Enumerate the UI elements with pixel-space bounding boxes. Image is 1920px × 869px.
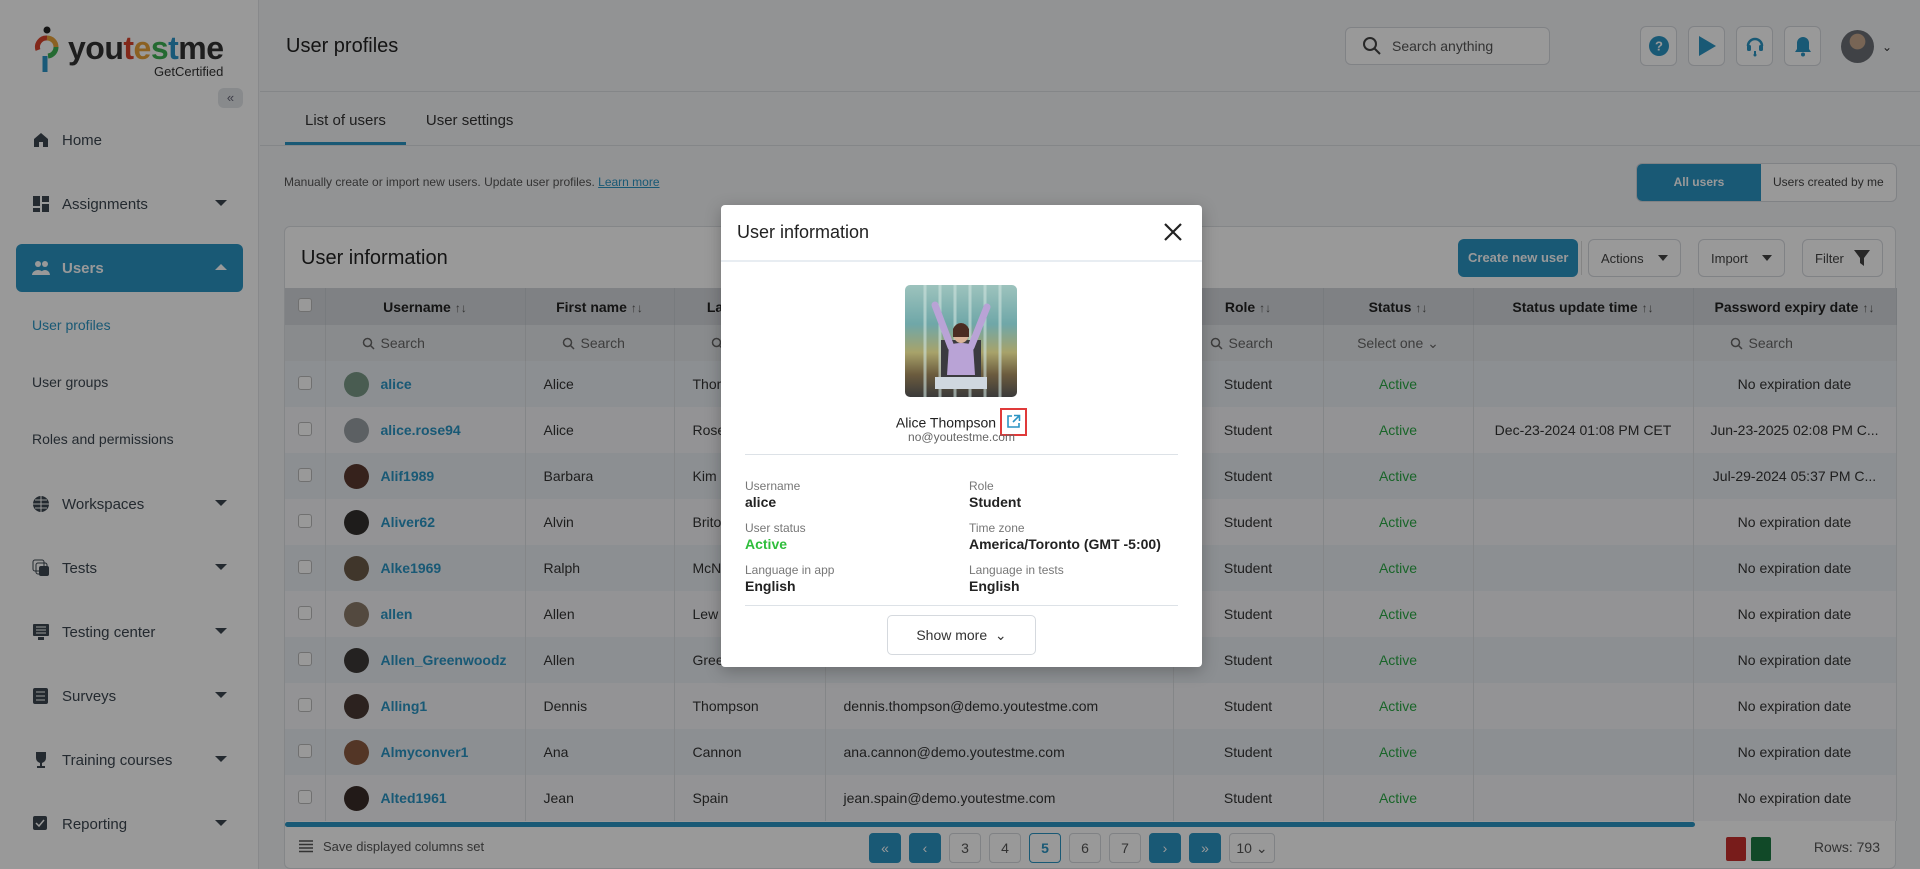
modal-title: User information [737, 222, 870, 242]
modal-divider [745, 454, 1178, 455]
profile-photo [905, 285, 1017, 397]
field-language-in-tests: Language in tests English [969, 563, 1064, 594]
chevron-down-icon: ⌄ [994, 627, 1007, 643]
user-information-modal: User information Alice Thompson no@youte… [721, 205, 1202, 667]
external-link-icon [1007, 414, 1021, 428]
modal-divider [745, 605, 1178, 606]
profile-photo-image [923, 285, 1002, 397]
full-name-text: Alice Thompson [895, 414, 997, 431]
modal-header: User information [721, 205, 1202, 262]
field-username: Username alice [745, 479, 801, 510]
field-time-zone: Time zone America/Toronto (GMT -5:00) [969, 521, 1161, 552]
show-more-button[interactable]: Show more ⌄ [887, 615, 1036, 655]
close-icon[interactable] [1162, 221, 1184, 243]
field-user-status: User status Active [745, 521, 806, 552]
user-email: no@youtestme.com [908, 430, 1015, 444]
field-role: Role Student [969, 479, 1022, 510]
field-language-in-app: Language in app English [745, 563, 835, 594]
